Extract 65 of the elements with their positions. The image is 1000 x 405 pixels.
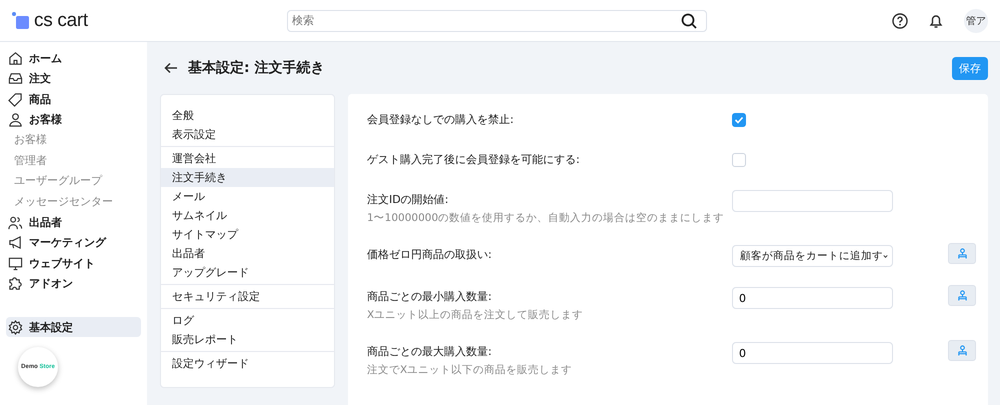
hierarchy-icon	[956, 290, 968, 301]
select-field[interactable]: 顧客が商品をカートに追加す	[732, 245, 893, 267]
check-icon	[734, 115, 744, 125]
search-field[interactable]: 検索	[287, 10, 707, 32]
setting-label: 商品ごとの最小購入数量:	[367, 289, 493, 304]
sidebar-item[interactable]: ウェブサイト	[6, 253, 141, 274]
sidebar-subitem[interactable]: ユーザーグループ	[6, 171, 141, 192]
input-field[interactable]: 0	[732, 342, 893, 364]
setting-label: 会員登録なしでの購入を禁止:	[367, 112, 515, 127]
logo-icon	[12, 12, 29, 29]
settings-nav-item[interactable]: 全般	[161, 106, 334, 125]
hierarchy-icon	[956, 248, 968, 259]
settings-nav-item[interactable]: 販売レポート	[161, 330, 334, 349]
input-field[interactable]	[732, 190, 893, 212]
user-avatar[interactable]: 管ア	[964, 8, 988, 32]
sidebar-subitem[interactable]: 管理者	[6, 150, 141, 171]
share-button[interactable]	[948, 340, 976, 361]
help-icon[interactable]	[892, 12, 908, 28]
sidebar-item[interactable]: ホーム	[6, 48, 141, 68]
monitor-icon	[8, 256, 23, 271]
settings-nav-item[interactable]: ログ	[161, 311, 334, 330]
settings-nav-item[interactable]: セキュリティ設定	[161, 287, 334, 306]
settings-icon	[8, 320, 23, 334]
sidebar-item[interactable]: 出品者	[6, 212, 141, 232]
settings-nav-item[interactable]: 表示設定	[161, 125, 334, 144]
page-title: 基本設定: 注文手続き	[188, 59, 324, 77]
users-icon	[8, 214, 23, 230]
setting-label: ゲスト購入完了後に会員登録を可能にする:	[367, 152, 581, 167]
sidebar-item[interactable]: マーケティング	[6, 232, 141, 253]
bell-icon[interactable]	[928, 12, 944, 28]
checkbox[interactable]	[732, 113, 746, 127]
settings-nav-item[interactable]: サイトマップ	[161, 225, 334, 244]
settings-nav-item[interactable]: 設定ウィザード	[161, 354, 334, 373]
sidebar-subitem[interactable]: お客様	[6, 130, 141, 150]
user-icon	[8, 112, 23, 128]
settings-nav-item[interactable]: 注文手続き	[161, 168, 334, 187]
settings-nav-item[interactable]: アップグレード	[161, 263, 334, 282]
settings-nav-item[interactable]: サムネイル	[161, 206, 334, 225]
tag-icon	[8, 92, 23, 107]
puzzle-icon	[8, 276, 23, 292]
share-button[interactable]	[948, 285, 976, 306]
setting-label: 商品ごとの最大購入数量:	[367, 344, 493, 359]
share-button[interactable]	[948, 243, 976, 264]
setting-hint: 1〜10000000の数値を使用するか、自動入力の場合は空のままにします	[367, 211, 726, 225]
logo-text: cs cart	[34, 10, 88, 32]
sidebar-item[interactable]: 注文	[6, 68, 141, 89]
home-icon	[8, 50, 23, 66]
sidebar-item[interactable]: アドオン	[6, 274, 141, 294]
sidebar-item[interactable]: 基本設定	[6, 317, 141, 337]
settings-nav-item[interactable]: 出品者	[161, 244, 334, 263]
sidebar-subitem[interactable]: メッセージセンター	[6, 192, 141, 212]
back-arrow-icon[interactable]	[164, 61, 178, 75]
search-icon[interactable]	[681, 12, 697, 28]
settings-nav-item[interactable]: メール	[161, 187, 334, 206]
megaphone-icon	[8, 235, 23, 250]
sidebar-item[interactable]: 商品	[6, 89, 141, 110]
setting-hint: Xユニット以上の商品を注文して販売します	[367, 308, 584, 322]
inbox-icon	[8, 71, 23, 86]
sidebar-item[interactable]: お客様	[6, 110, 141, 130]
settings-nav-item[interactable]: 運営会社	[161, 149, 334, 168]
setting-label: 価格ゼロ円商品の取扱い:	[367, 247, 493, 262]
hierarchy-icon	[956, 345, 968, 356]
setting-hint: 注文でXユニット以下の商品を販売します	[367, 363, 574, 377]
input-field[interactable]: 0	[732, 287, 893, 309]
setting-label: 注文IDの開始値:	[367, 192, 450, 207]
